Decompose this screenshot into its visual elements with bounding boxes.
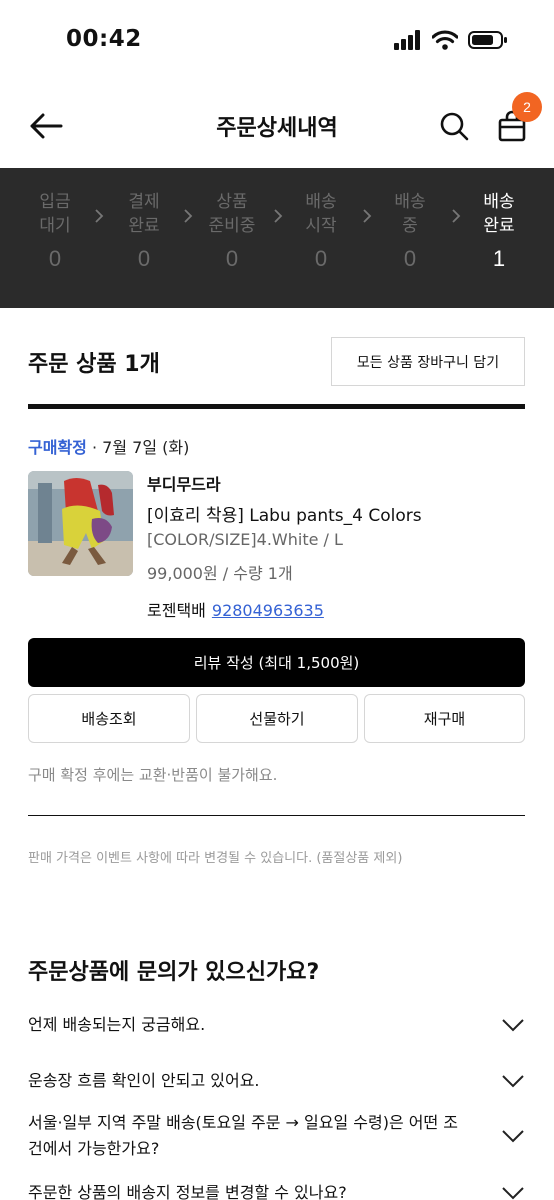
step-count: 1 [492,246,506,271]
chevron-right-icon [95,209,104,223]
chevron-right-icon [184,209,193,223]
product-photo [28,471,133,576]
purchase-confirmed-status: 구매확정 [28,438,87,457]
reorder-button[interactable]: 재구매 [364,694,525,743]
price-notice: 판매 가격은 이벤트 사항에 따라 변경될 수 있습니다. (품절상품 제외) [28,851,403,866]
faq-question: 언제 배송되는지 궁금해요. [28,1015,206,1034]
step-count: 0 [48,246,62,271]
search-icon [440,112,469,141]
wifi-icon [432,30,458,50]
step-payment-complete[interactable]: 결제 완료 0 [114,190,174,272]
chevron-right-icon [363,209,372,223]
track-delivery-button[interactable]: 배송조회 [28,694,190,743]
chevron-right-icon [452,209,461,223]
order-section-title: 주문 상품 1개 [28,352,160,377]
faq-item[interactable]: 서울·일부 지역 주말 배송(토요일 주문 → 일요일 수령)은 어떤 조건에서… [28,1110,525,1162]
step-label: 상품 준비중 [208,192,256,236]
courier-name: 로젠택배 [147,601,206,620]
chevron-down-icon [502,1130,524,1143]
step-label: 배송 시작 [305,192,337,236]
step-label: 결제 완료 [128,192,160,236]
status-bar: 00:42 [0,0,554,82]
battery-icon [468,31,507,49]
step-preparing[interactable]: 상품 준비중 0 [202,190,262,272]
faq-item[interactable]: 주문한 상품의 배송지 정보를 변경할 수 있나요? [28,1180,525,1200]
courier-info: 로젠택배 92804963635 [147,597,324,621]
chevron-down-icon [502,1187,524,1200]
add-all-to-cart-button[interactable]: 모든 상품 장바구니 담기 [331,337,525,386]
chevron-down-icon [502,1019,524,1032]
search-button[interactable] [434,106,474,146]
step-delivered[interactable]: 배송 완료 1 [469,190,529,272]
write-review-button[interactable]: 리뷰 작성 (최대 1,500원) [28,638,525,687]
faq-question: 주문한 상품의 배송지 정보를 변경할 수 있나요? [28,1183,347,1200]
step-count: 0 [137,246,151,271]
step-label: 배송 완료 [483,192,515,236]
faq-question: 서울·일부 지역 주말 배송(토요일 주문 → 일요일 수령)은 어떤 조건에서… [28,1113,459,1158]
delivery-progress: 입금 대기 0 결제 완료 0 상품 준비중 0 배송 시작 0 배송 중 0 … [0,168,554,308]
step-awaiting-deposit[interactable]: 입금 대기 0 [25,190,85,272]
step-in-transit[interactable]: 배송 중 0 [380,190,440,272]
faq-title: 주문상품에 문의가 있으신가요? [28,960,320,985]
tracking-number-link[interactable]: 92804963635 [212,601,324,620]
product-price-quantity: 99,000원 / 수량 1개 [147,564,293,583]
step-count: 0 [225,246,239,271]
product-name[interactable]: [이효리 착용] Labu pants_4 Colors [147,501,422,526]
faq-item[interactable]: 언제 배송되는지 궁금해요. [28,1012,525,1038]
order-status-line: 구매확정 · 7월 7일 (화) [28,434,189,458]
chevron-down-icon [502,1075,524,1088]
product-option: [COLOR/SIZE]4.White / L [147,530,343,549]
signal-icon [394,30,420,50]
chevron-right-icon [274,209,283,223]
faq-question: 운송장 흐름 확인이 안되고 있어요. [28,1071,260,1090]
product-brand[interactable]: 부디무드라 [147,471,221,495]
header: 주문상세내역 [0,82,554,168]
status-time: 00:42 [66,26,142,52]
section-divider [28,404,525,409]
order-date: · 7월 7일 (화) [86,438,190,457]
send-gift-button[interactable]: 선물하기 [196,694,358,743]
confirm-notice: 구매 확정 후에는 교환·반품이 불가해요. [28,766,278,784]
faq-item[interactable]: 운송장 흐름 확인이 안되고 있어요. [28,1068,525,1094]
step-count: 0 [314,246,328,271]
step-label: 배송 중 [394,192,426,236]
status-icons [394,30,508,50]
divider [28,815,525,816]
product-thumbnail[interactable] [28,471,133,576]
step-label: 입금 대기 [39,192,71,236]
cart-count-badge: 2 [512,92,542,122]
step-count: 0 [403,246,417,271]
step-shipping-started[interactable]: 배송 시작 0 [291,190,351,272]
